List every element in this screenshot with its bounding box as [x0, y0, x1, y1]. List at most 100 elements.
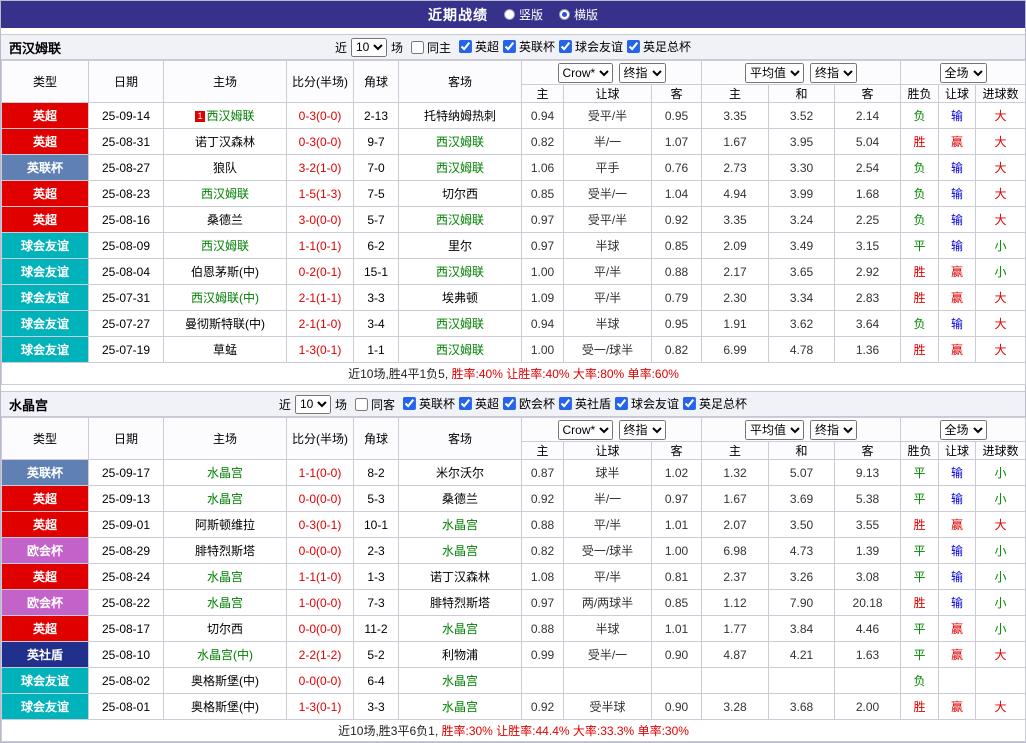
- home-team[interactable]: 水晶宫: [163, 459, 287, 486]
- score[interactable]: 0-3(0-0): [286, 128, 354, 155]
- score[interactable]: 1-3(0-1): [286, 336, 354, 363]
- odds-source-select[interactable]: Crow*: [557, 419, 613, 440]
- layout-radio-horizontal[interactable]: 横版: [559, 6, 598, 23]
- away-team[interactable]: 西汉姆联: [398, 310, 522, 337]
- away-team[interactable]: 腓特烈斯塔: [398, 589, 522, 616]
- away-team[interactable]: 水晶宫: [398, 511, 522, 538]
- home-team[interactable]: 水晶宫(中): [163, 641, 287, 668]
- league-filter-英足总杯[interactable]: 英足总杯: [623, 38, 691, 55]
- away-team[interactable]: 西汉姆联: [398, 128, 522, 155]
- away-team[interactable]: 水晶宫: [398, 693, 522, 720]
- league-filter-checkbox[interactable]: [503, 40, 517, 53]
- avg-source-select[interactable]: 平均值: [745, 62, 805, 83]
- score[interactable]: 0-0(0-0): [286, 667, 354, 694]
- home-team[interactable]: 曼彻斯特联(中): [163, 310, 287, 337]
- away-team[interactable]: 托特纳姆热刺: [398, 102, 522, 129]
- avg-source-select[interactable]: 平均值: [745, 419, 805, 440]
- league-filter-欧会杯[interactable]: 欧会杯: [499, 395, 555, 412]
- score[interactable]: 2-1(1-0): [286, 310, 354, 337]
- away-team[interactable]: 西汉姆联: [398, 258, 522, 285]
- league-filter-checkbox[interactable]: [402, 397, 416, 410]
- league-filter-英足总杯[interactable]: 英足总杯: [679, 395, 747, 412]
- away-team[interactable]: 水晶宫: [398, 537, 522, 564]
- odds-source-select[interactable]: Crow*: [557, 62, 613, 83]
- match-count-select[interactable]: 10: [350, 37, 387, 57]
- avg-time-select[interactable]: 终指: [810, 419, 858, 440]
- same-venue-filter[interactable]: 同主: [407, 39, 451, 56]
- away-team[interactable]: 切尔西: [398, 180, 522, 207]
- avg-away: 1.63: [834, 641, 902, 668]
- home-team[interactable]: 水晶宫: [163, 563, 287, 590]
- home-team[interactable]: 伯恩茅斯(中): [163, 258, 287, 285]
- away-team[interactable]: 桑德兰: [398, 485, 522, 512]
- score[interactable]: 1-3(0-1): [286, 693, 354, 720]
- away-team[interactable]: 水晶宫: [398, 615, 522, 642]
- away-team[interactable]: 米尔沃尔: [398, 459, 522, 486]
- league-filter-球会友谊[interactable]: 球会友谊: [555, 38, 623, 55]
- league-filter-checkbox[interactable]: [559, 397, 573, 410]
- home-team[interactable]: 狼队: [163, 154, 287, 181]
- same-venue-filter[interactable]: 同客: [351, 396, 395, 413]
- score[interactable]: 1-5(1-3): [286, 180, 354, 207]
- away-team[interactable]: 西汉姆联: [398, 206, 522, 233]
- league-filter-英超[interactable]: 英超: [455, 38, 499, 55]
- score[interactable]: 2-1(1-1): [286, 284, 354, 311]
- league-filter-checkbox[interactable]: [683, 397, 697, 410]
- home-team[interactable]: 1 西汉姆联: [163, 102, 287, 129]
- away-team[interactable]: 利物浦: [398, 641, 522, 668]
- period-select[interactable]: 全场: [939, 62, 987, 83]
- league-filter-英超[interactable]: 英超: [455, 395, 499, 412]
- score[interactable]: 3-0(0-0): [286, 206, 354, 233]
- score[interactable]: 1-1(1-0): [286, 563, 354, 590]
- score[interactable]: 1-0(0-0): [286, 589, 354, 616]
- score[interactable]: 0-0(0-0): [286, 615, 354, 642]
- period-select[interactable]: 全场: [939, 419, 987, 440]
- match-date: 25-09-14: [88, 102, 164, 129]
- away-team[interactable]: 埃弗顿: [398, 284, 522, 311]
- home-team[interactable]: 草蜢: [163, 336, 287, 363]
- layout-radio-vertical[interactable]: 竖版: [503, 6, 543, 23]
- score[interactable]: 0-0(0-0): [286, 485, 354, 512]
- same-venue-checkbox[interactable]: [354, 397, 368, 411]
- league-filter-checkbox[interactable]: [559, 40, 573, 53]
- avg-time-select[interactable]: 终指: [810, 62, 858, 83]
- home-team[interactable]: 西汉姆联: [163, 180, 287, 207]
- away-team[interactable]: 西汉姆联: [398, 154, 522, 181]
- score[interactable]: 0-3(0-1): [286, 511, 354, 538]
- home-team[interactable]: 奥格斯堡(中): [163, 693, 287, 720]
- score[interactable]: 1-1(0-0): [286, 459, 354, 486]
- home-team[interactable]: 诺丁汉森林: [163, 128, 287, 155]
- same-venue-checkbox[interactable]: [410, 40, 424, 54]
- score[interactable]: 0-3(0-0): [286, 102, 354, 129]
- away-team[interactable]: 西汉姆联: [398, 336, 522, 363]
- home-team[interactable]: 奥格斯堡(中): [163, 667, 287, 694]
- away-team[interactable]: 水晶宫: [398, 667, 522, 694]
- away-team[interactable]: 诺丁汉森林: [398, 563, 522, 590]
- home-team[interactable]: 桑德兰: [163, 206, 287, 233]
- home-team[interactable]: 水晶宫: [163, 589, 287, 616]
- league-filter-checkbox[interactable]: [458, 40, 472, 53]
- league-filter-checkbox[interactable]: [627, 40, 641, 53]
- league-filter-英联杯[interactable]: 英联杯: [399, 395, 455, 412]
- home-team[interactable]: 水晶宫: [163, 485, 287, 512]
- home-team[interactable]: 西汉姆联(中): [163, 284, 287, 311]
- score[interactable]: 1-1(0-1): [286, 232, 354, 259]
- score[interactable]: 0-2(0-1): [286, 258, 354, 285]
- match-count-select[interactable]: 10: [294, 394, 331, 414]
- league-filter-checkbox[interactable]: [503, 397, 517, 410]
- away-team[interactable]: 里尔: [398, 232, 522, 259]
- score[interactable]: 0-0(0-0): [286, 537, 354, 564]
- league-filter-checkbox[interactable]: [458, 397, 472, 410]
- league-filter-英社盾[interactable]: 英社盾: [555, 395, 611, 412]
- home-team[interactable]: 切尔西: [163, 615, 287, 642]
- odds-time-select[interactable]: 终指: [618, 62, 666, 83]
- score[interactable]: 3-2(1-0): [286, 154, 354, 181]
- league-filter-英联杯[interactable]: 英联杯: [499, 38, 555, 55]
- home-team[interactable]: 阿斯顿维拉: [163, 511, 287, 538]
- odds-time-select[interactable]: 终指: [618, 419, 666, 440]
- home-team[interactable]: 西汉姆联: [163, 232, 287, 259]
- league-filter-球会友谊[interactable]: 球会友谊: [611, 395, 679, 412]
- score[interactable]: 2-2(1-2): [286, 641, 354, 668]
- home-team[interactable]: 腓特烈斯塔: [163, 537, 287, 564]
- league-filter-checkbox[interactable]: [615, 397, 629, 410]
